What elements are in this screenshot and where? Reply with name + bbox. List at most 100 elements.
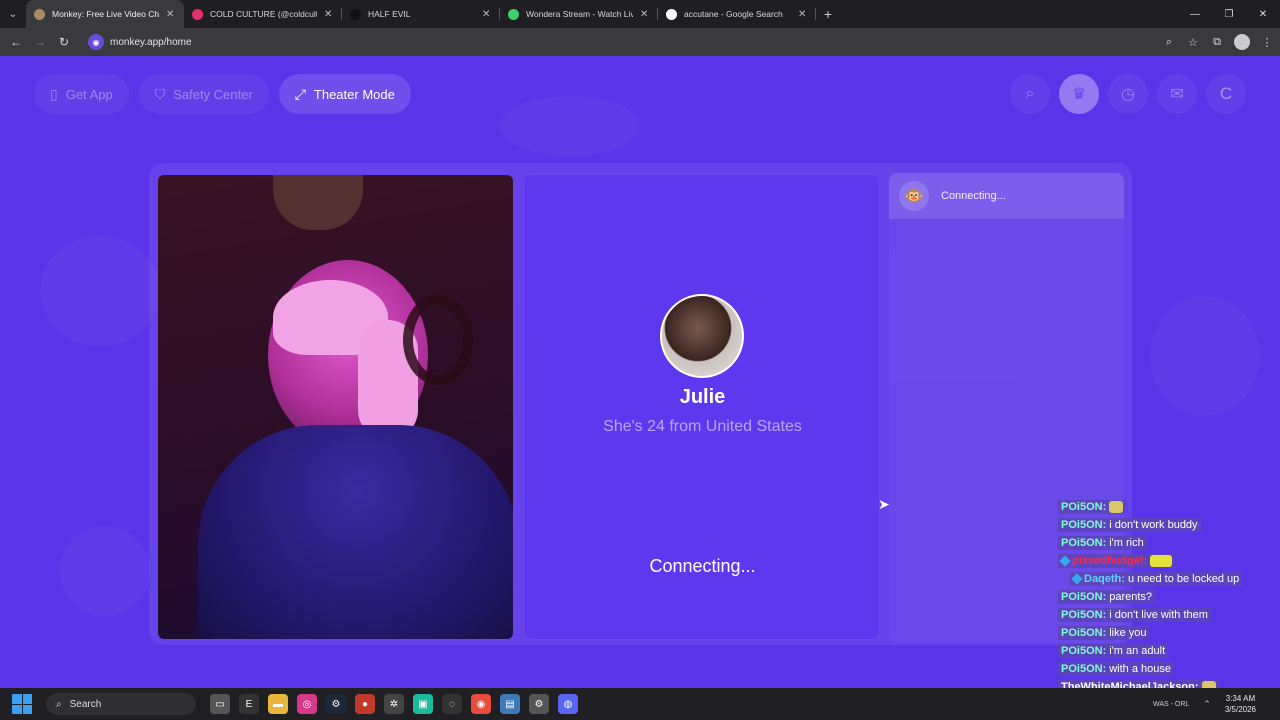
nav-label: Get App xyxy=(65,86,113,102)
zoom-icon[interactable]: ⌕ xyxy=(1162,36,1176,49)
bookmark-star-icon[interactable]: ☆ xyxy=(1186,36,1200,49)
extensions-icon[interactable]: ⧉ xyxy=(1210,36,1224,49)
tab-search-icon[interactable]: ⌄ xyxy=(0,0,26,28)
nav-expand-button[interactable]: ⤢ Theater Mode xyxy=(278,74,411,114)
chat-message: POi5ON: with a house xyxy=(1058,660,1280,678)
chat-message-bubble: Daqeth: u need to be locked up xyxy=(1070,572,1243,586)
forward-icon[interactable]: → xyxy=(28,35,52,49)
chat-username: pissedbudget: xyxy=(1072,555,1148,567)
clock[interactable]: 3:34 AM 3/5/2026 xyxy=(1225,693,1256,715)
new-tab-button[interactable]: + xyxy=(816,6,840,22)
crown-icon[interactable]: ♛ xyxy=(1059,74,1099,114)
browser-menu-icon[interactable]: ⋮ xyxy=(1260,36,1274,49)
chat-username: POi5ON: xyxy=(1061,627,1107,639)
browser-tab[interactable]: HALF EVIL ✕ xyxy=(342,0,500,28)
tab-favicon-icon xyxy=(34,8,45,20)
instagram-icon[interactable]: ◎ xyxy=(297,694,317,714)
chat-username: POi5ON: xyxy=(1061,501,1107,513)
tab-favicon-icon xyxy=(666,8,677,20)
system-settings-icon[interactable]: ⚙ xyxy=(529,694,549,714)
browser-tab[interactable]: COLD CULTURE (@coldculture) ✕ xyxy=(184,0,342,28)
stream-chat-overlay: POi5ON: POi5ON: i don't work buddy POi5ON: i… xyxy=(1058,498,1280,720)
browser-tab[interactable]: Wondera Stream - Watch Live o ✕ xyxy=(500,0,658,28)
tab-title: Monkey: Free Live Video Ch xyxy=(52,9,159,19)
chat-message: POi5ON: xyxy=(1058,498,1280,516)
top-nav-right: ⌕ ♛ ◷ ✉ C xyxy=(1010,74,1246,114)
chrome-icon[interactable]: ◉ xyxy=(471,694,491,714)
chat-message: POi5ON: i'm an adult xyxy=(1058,642,1280,660)
tab-close-icon[interactable]: ✕ xyxy=(798,9,808,20)
back-icon[interactable]: ← xyxy=(4,35,28,49)
steam-icon[interactable]: ⚙ xyxy=(326,694,346,714)
xbox-icon[interactable]: ◌ xyxy=(442,694,462,714)
chat-header: 🐵 Connecting... xyxy=(889,173,1124,219)
chat-message-bubble: POi5ON: i'm an adult xyxy=(1058,644,1169,658)
gamepad-app-icon[interactable]: ▣ xyxy=(413,694,433,714)
chat-icon[interactable]: ✉ xyxy=(1157,74,1197,114)
tab-favicon-icon xyxy=(350,8,361,20)
settings-gear-icon[interactable]: ✲ xyxy=(384,694,404,714)
close-window-icon[interactable]: ✕ xyxy=(1246,0,1280,28)
expand-icon: ⤢ xyxy=(294,85,306,102)
background-shape xyxy=(60,526,150,616)
windows-start-icon[interactable] xyxy=(12,694,32,714)
site-info-icon[interactable]: ◉ xyxy=(88,34,104,50)
chat-username: Daqeth: xyxy=(1084,573,1125,585)
sweater-shape xyxy=(198,425,513,639)
chat-text: with a house xyxy=(1109,663,1171,675)
browser-toolbar: ⌕ ☆ ⧉ ⋮ xyxy=(1162,28,1274,56)
chat-message-bubble: POi5ON: xyxy=(1058,500,1127,514)
chat-username: POi5ON: xyxy=(1061,663,1107,675)
search-icon[interactable]: ⌕ xyxy=(1010,74,1050,114)
nav-phone-button[interactable]: ▯ Get App xyxy=(34,74,129,114)
chat-username: POi5ON: xyxy=(1061,591,1107,603)
chat-text: i'm rich xyxy=(1109,537,1144,549)
nav-label: Safety Center xyxy=(173,86,253,102)
user-avatar[interactable]: C xyxy=(1206,74,1246,114)
url-field[interactable]: ◉ monkey.app/home xyxy=(84,31,1184,53)
photos-app-icon[interactable]: ▤ xyxy=(500,694,520,714)
clock-icon[interactable]: ◷ xyxy=(1108,74,1148,114)
discord-icon[interactable]: ◍ xyxy=(558,694,578,714)
tab-close-icon[interactable]: ✕ xyxy=(482,9,492,20)
profile-avatar[interactable] xyxy=(1234,34,1250,50)
sports-widget[interactable]: WAS - ORL xyxy=(1153,700,1189,709)
taskbar-search-label: Search xyxy=(69,698,102,710)
chat-text: i'm an adult xyxy=(1109,645,1166,657)
clock-time: 3:34 AM xyxy=(1225,694,1256,703)
phone-icon: ▯ xyxy=(50,85,58,102)
tab-favicon-icon xyxy=(192,8,203,20)
epic-games-icon[interactable]: E xyxy=(239,694,259,714)
minimize-icon[interactable]: — xyxy=(1178,0,1212,28)
tab-close-icon[interactable]: ✕ xyxy=(166,9,176,20)
task-view-icon[interactable]: ▭ xyxy=(210,694,230,714)
file-explorer-icon[interactable]: ▬ xyxy=(268,694,288,714)
browser-tab[interactable]: accutane - Google Search ✕ xyxy=(658,0,816,28)
reload-icon[interactable]: ↻ xyxy=(52,35,76,49)
chat-message-bubble: POi5ON: with a house xyxy=(1058,662,1174,676)
background-shape xyxy=(1150,296,1260,416)
tab-close-icon[interactable]: ✕ xyxy=(640,9,650,20)
nav-shield-button[interactable]: ⛉ Safety Center xyxy=(138,74,269,114)
emote-icon xyxy=(1150,555,1173,567)
chat-text: u need to be locked up xyxy=(1127,573,1240,585)
match-card: Julie She's 24 from United States Connec… xyxy=(523,174,880,640)
self-video-feed xyxy=(158,175,513,639)
match-avatar[interactable] xyxy=(660,294,744,378)
match-status: Connecting... xyxy=(649,556,756,576)
taskbar-apps: ▭ E ▬ ◎ ⚙ ● ✲ ▣ ◌ ◉ ▤ ⚙ ◍ xyxy=(210,694,578,714)
chat-message: pissedbudget: xyxy=(1058,552,1280,570)
top-nav-left: ▯ Get App ⛉ Safety Center ⤢ Theater Mode xyxy=(34,74,411,114)
capture-app-icon[interactable]: ● xyxy=(355,694,375,714)
tab-close-icon[interactable]: ✕ xyxy=(324,9,334,20)
chat-message: POi5ON: parents? xyxy=(1058,588,1280,606)
taskbar-search[interactable]: ⌕ Search xyxy=(46,693,196,715)
nav-label: Theater Mode xyxy=(313,86,395,102)
browser-tab[interactable]: Monkey: Free Live Video Ch ✕ xyxy=(26,0,184,28)
restore-icon[interactable]: ❐ xyxy=(1212,0,1246,28)
tab-divider xyxy=(815,8,816,20)
tray-chevron-icon[interactable]: ⌃ xyxy=(1203,699,1211,710)
emote-icon xyxy=(1109,501,1124,513)
background-shape xyxy=(40,236,160,346)
window-controls: — ❐ ✕ xyxy=(1178,0,1280,28)
